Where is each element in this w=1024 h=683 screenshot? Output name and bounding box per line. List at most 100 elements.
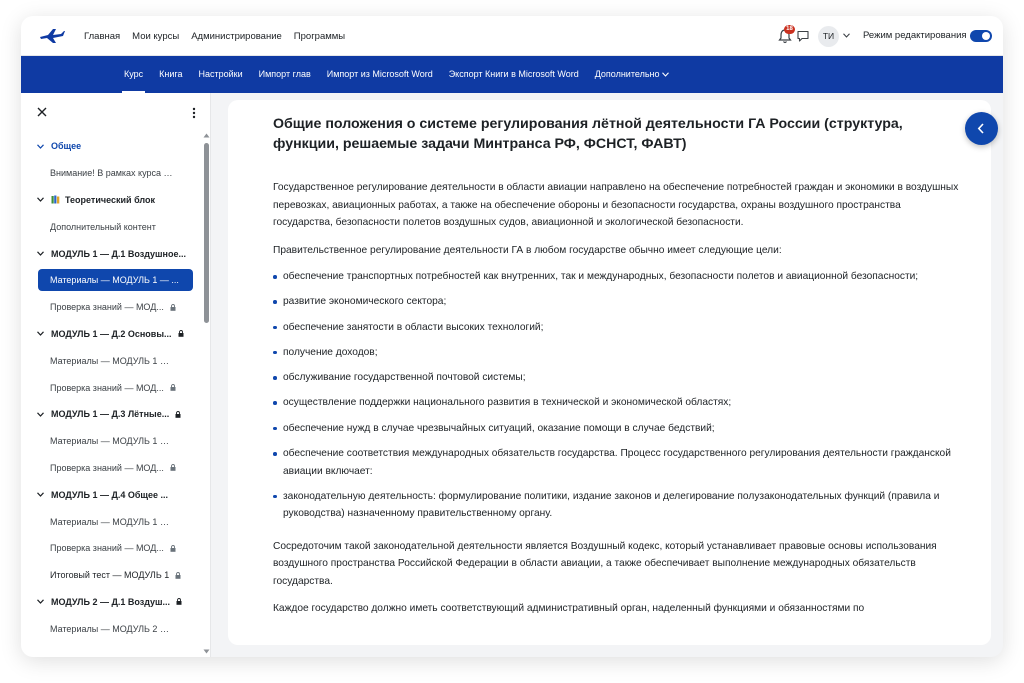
section-module-1-d1[interactable]: МОДУЛЬ 1 — Д.1 Воздушное... (21, 240, 201, 267)
tab-more[interactable]: Дополнительно (595, 56, 670, 93)
airplane-logo-icon[interactable] (39, 28, 65, 44)
list-item[interactable]: Дополнительный контент (21, 213, 201, 240)
list-item-active[interactable]: Материалы — МОДУЛЬ 1 — ... (38, 268, 193, 291)
tab-course[interactable]: Курс (121, 56, 146, 93)
paragraph: Правительственное регулирование деятельн… (273, 244, 782, 256)
list-item: обеспечение транспортных потребностей ка… (273, 268, 963, 286)
nav-home[interactable]: Главная (84, 31, 120, 42)
lock-icon (170, 384, 176, 391)
scroll-down-arrow-icon[interactable] (203, 649, 210, 654)
chevron-down-icon[interactable] (843, 33, 850, 38)
chevron-down-icon (37, 331, 44, 337)
more-options-icon[interactable] (192, 107, 196, 119)
activity-label: Проверка знаний — МОД... (50, 302, 164, 313)
chevron-down-icon (37, 492, 44, 498)
chapter-title: Общие положения о системе регулирования … (273, 116, 903, 152)
chevron-down-icon (37, 251, 44, 256)
list-item: осуществление поддержки национального ра… (273, 394, 963, 412)
open-block-drawer-button[interactable] (965, 112, 998, 145)
app-window: Главная Мои курсы Администрирование Прог… (21, 16, 1003, 657)
nav-administration[interactable]: Администрирование (191, 31, 282, 42)
course-index: Общее Внимание! В рамках курса р... Теор… (21, 133, 201, 642)
paragraph: Сосредоточим такой законодательной деяте… (273, 540, 937, 587)
section-module-1-d4[interactable]: МОДУЛЬ 1 — Д.4 Общее ... (21, 481, 201, 508)
section-label: МОДУЛЬ 1 — Д.3 Лётные... (51, 409, 170, 420)
chevron-left-icon (977, 123, 984, 134)
chevron-down-icon (662, 72, 670, 77)
list-item[interactable]: Проверка знаний — МОД... (21, 535, 201, 562)
lock-icon (175, 571, 181, 579)
list-item: обеспечение занятости в области высоких … (273, 319, 963, 337)
list-item[interactable]: Проверка знаний — МОД... (21, 374, 201, 401)
scroll-up-arrow-icon[interactable] (203, 133, 210, 138)
course-index-drawer: Общее Внимание! В рамках курса р... Теор… (21, 93, 211, 657)
list-item: обеспечение соответствия международных о… (273, 445, 963, 480)
list-item[interactable]: Итоговый тест — МОДУЛЬ 1 (21, 562, 201, 589)
list-item: обеспечение нужд в случае чрезвычайных с… (273, 420, 963, 438)
top-navbar: Главная Мои курсы Администрирование Прог… (21, 16, 1003, 56)
notification-count-badge: 18 (784, 25, 795, 34)
primary-navigation: Главная Мои курсы Администрирование Прог… (84, 16, 345, 56)
lock-icon (175, 410, 181, 418)
section-module-2-d1[interactable]: МОДУЛЬ 2 — Д.1 Воздуш... (21, 589, 201, 616)
lock-icon (178, 330, 184, 338)
list-item[interactable]: Проверка знаний — МОД... (21, 294, 201, 321)
book-chapter-content: Общие положения о системе регулирования … (228, 100, 991, 645)
chevron-down-icon (37, 197, 44, 203)
secondary-navbar: Курс Книга Настройки Импорт глав Импорт … (21, 56, 1003, 93)
tab-export-word[interactable]: Экспорт Книги в Microsoft Word (449, 56, 579, 93)
activity-label: Внимание! В рамках курса р... (50, 168, 175, 179)
tab-import-chapters[interactable]: Импорт глав (259, 56, 311, 93)
bullet-list: обеспечение транспортных потребностей ка… (273, 268, 963, 523)
activity-label: Итоговый тест — МОДУЛЬ 1 (50, 570, 170, 581)
chevron-down-icon (37, 599, 44, 605)
chat-icon[interactable] (797, 30, 809, 42)
lock-icon (176, 598, 182, 606)
books-icon (51, 195, 60, 204)
section-label: МОДУЛЬ 1 — Д.1 Воздушное... (51, 248, 186, 259)
user-avatar[interactable]: ТИ (818, 26, 839, 47)
nav-programs[interactable]: Программы (294, 31, 345, 42)
list-item: развитие экономического сектора; (273, 293, 963, 311)
activity-label: Материалы — МОДУЛЬ 1 — ... (50, 274, 179, 285)
paragraph: Каждое государство должно иметь соответс… (273, 603, 865, 615)
tab-book[interactable]: Книга (159, 56, 182, 93)
activity-label: Проверка знаний — МОД... (50, 382, 164, 393)
activity-label: Материалы — МОДУЛЬ 1 — ... (50, 355, 175, 366)
section-label: Теоретический блок (65, 194, 155, 205)
list-item[interactable]: Материалы — МОДУЛЬ 1 — ... (21, 508, 201, 535)
list-item[interactable]: Внимание! В рамках курса р... (21, 160, 201, 187)
secondary-navigation: Курс Книга Настройки Импорт глав Импорт … (121, 56, 670, 93)
activity-label: Проверка знаний — МОД... (50, 543, 164, 554)
close-icon[interactable] (37, 107, 47, 117)
section-label: МОДУЛЬ 2 — Д.1 Воздуш... (51, 596, 171, 607)
lock-icon (170, 544, 176, 552)
chevron-down-icon (37, 144, 44, 149)
list-item: получение доходов; (273, 344, 963, 362)
lock-icon (170, 464, 176, 472)
edit-mode-label: Режим редактирования (863, 30, 967, 41)
section-theory[interactable]: Теоретический блок (21, 187, 201, 214)
scrollbar-thumb[interactable] (204, 143, 209, 323)
list-item[interactable]: Материалы — МОДУЛЬ 2 — ... (21, 615, 201, 642)
list-item[interactable]: Проверка знаний — МОД... (21, 455, 201, 482)
edit-mode-toggle[interactable] (970, 30, 992, 42)
list-item: законодательную деятельность: формулиров… (273, 488, 963, 523)
activity-label: Проверка знаний — МОД... (50, 462, 164, 473)
list-item[interactable]: Материалы — МОДУЛЬ 1 — ... (21, 428, 201, 455)
section-general[interactable]: Общее (21, 133, 201, 160)
section-label: МОДУЛЬ 1 — Д.4 Общее ... (51, 489, 169, 500)
list-item: обслуживание государственной почтовой си… (273, 369, 963, 387)
activity-label: Материалы — МОДУЛЬ 1 — ... (50, 436, 175, 447)
chapter-body: Общие положения о системе регулирования … (273, 114, 963, 618)
section-label: Общее (51, 141, 82, 152)
section-module-1-d2[interactable]: МОДУЛЬ 1 — Д.2 Основы... (21, 321, 201, 348)
lock-icon (170, 303, 176, 311)
section-module-1-d3[interactable]: МОДУЛЬ 1 — Д.3 Лётные... (21, 401, 201, 428)
activity-label: Материалы — МОДУЛЬ 2 — ... (50, 623, 175, 634)
tab-import-word[interactable]: Импорт из Microsoft Word (327, 56, 433, 93)
list-item[interactable]: Материалы — МОДУЛЬ 1 — ... (21, 347, 201, 374)
tab-more-label: Дополнительно (594, 69, 660, 79)
nav-my-courses[interactable]: Мои курсы (132, 31, 179, 42)
tab-settings[interactable]: Настройки (199, 56, 243, 93)
